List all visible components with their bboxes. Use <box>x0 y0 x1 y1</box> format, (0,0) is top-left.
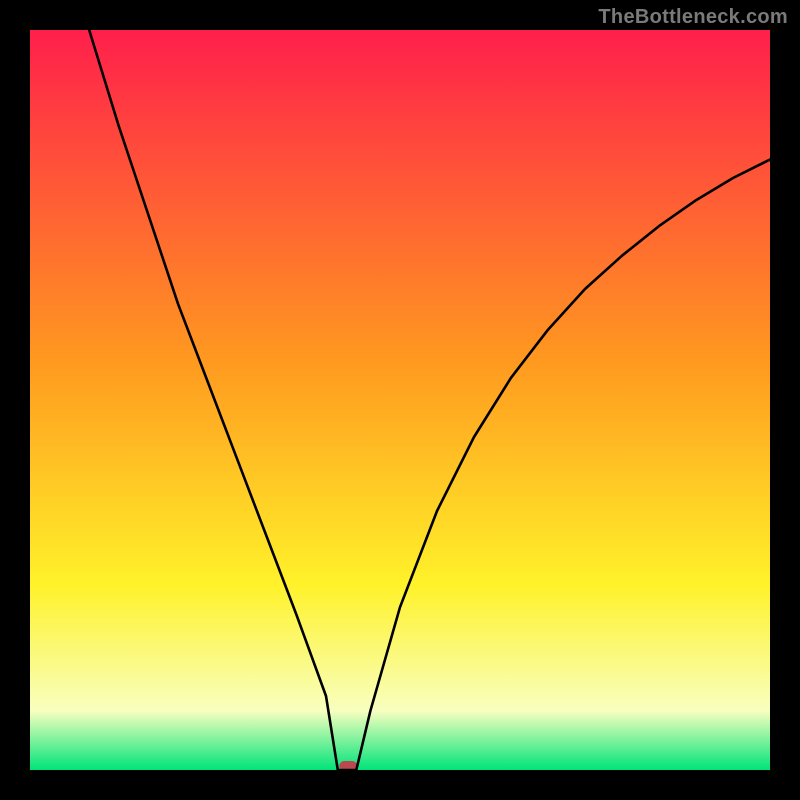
watermark-text: TheBottleneck.com <box>598 6 788 29</box>
bottleneck-chart <box>30 30 770 770</box>
chart-frame: TheBottleneck.com <box>0 0 800 800</box>
minimum-marker <box>339 761 357 770</box>
gradient-background <box>30 30 770 770</box>
